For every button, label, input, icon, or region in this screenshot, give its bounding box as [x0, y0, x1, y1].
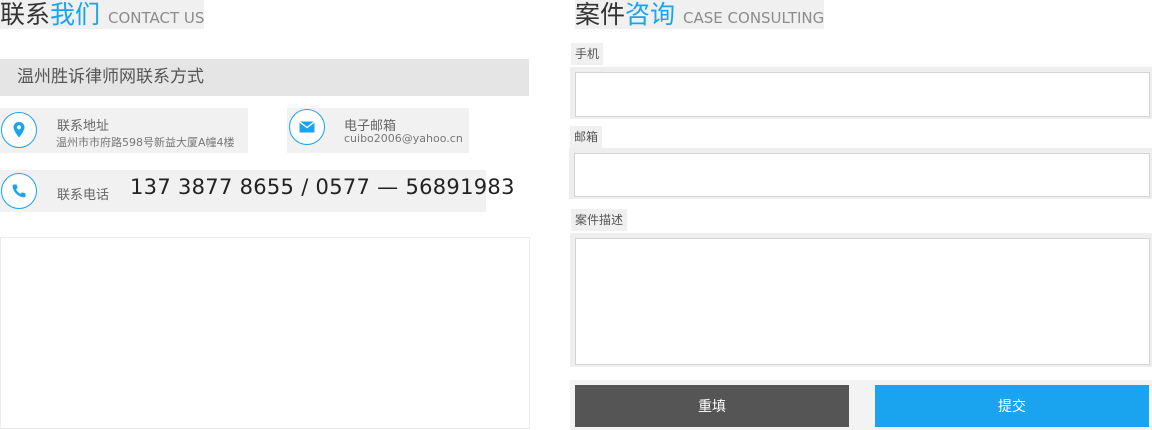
email-input[interactable] [574, 153, 1150, 197]
consult-section-title: 案件咨询 CASE CONSULTING [575, 0, 825, 29]
email-block: 电子邮箱 cuibo2006@yahoo.cn [287, 108, 469, 153]
phone-icon [1, 173, 37, 209]
consult-title-en: CASE CONSULTING [683, 9, 825, 27]
case-description-textarea[interactable] [575, 238, 1150, 365]
submit-button[interactable]: 提交 [875, 385, 1149, 427]
map-area[interactable] [0, 237, 530, 429]
contact-title-en: CONTACT US [108, 9, 205, 27]
address-label: 联系地址 [57, 119, 110, 134]
mail-icon [289, 109, 325, 145]
mobile-field-wrap [570, 67, 1152, 119]
mobile-field-label: 手机 [571, 43, 604, 65]
address-value: 温州市市府路598号新益大厦A幢4楼 [56, 136, 235, 149]
email-field-wrap [569, 148, 1152, 199]
case-description-label: 案件描述 [571, 209, 628, 231]
phone-value: 137 3877 8655 / 0577 — 56891983 [130, 175, 515, 199]
consult-title-dark: 案件 [575, 0, 626, 29]
case-description-wrap [570, 233, 1152, 367]
address-block: 联系地址 温州市市府路598号新益大厦A幢4楼 [0, 108, 248, 153]
contact-title-dark: 联系 [0, 0, 51, 29]
consult-title-accent: 咨询 [625, 0, 676, 29]
email-field-label: 邮箱 [570, 126, 603, 148]
office-name-bar: 温州胜诉律师网联系方式 [0, 59, 529, 96]
contact-section-title: 联系我们 CONTACT US [0, 0, 205, 29]
mobile-input[interactable] [575, 72, 1150, 117]
phone-block: 联系电话 137 3877 8655 / 0577 — 56891983 [0, 170, 514, 212]
location-pin-icon [1, 112, 37, 148]
contact-title-accent: 我们 [50, 0, 101, 29]
reset-button[interactable]: 重填 [575, 385, 849, 427]
phone-label: 联系电话 [57, 188, 110, 203]
email-value[interactable]: cuibo2006@yahoo.cn [344, 132, 463, 145]
office-name: 温州胜诉律师网联系方式 [17, 67, 204, 87]
